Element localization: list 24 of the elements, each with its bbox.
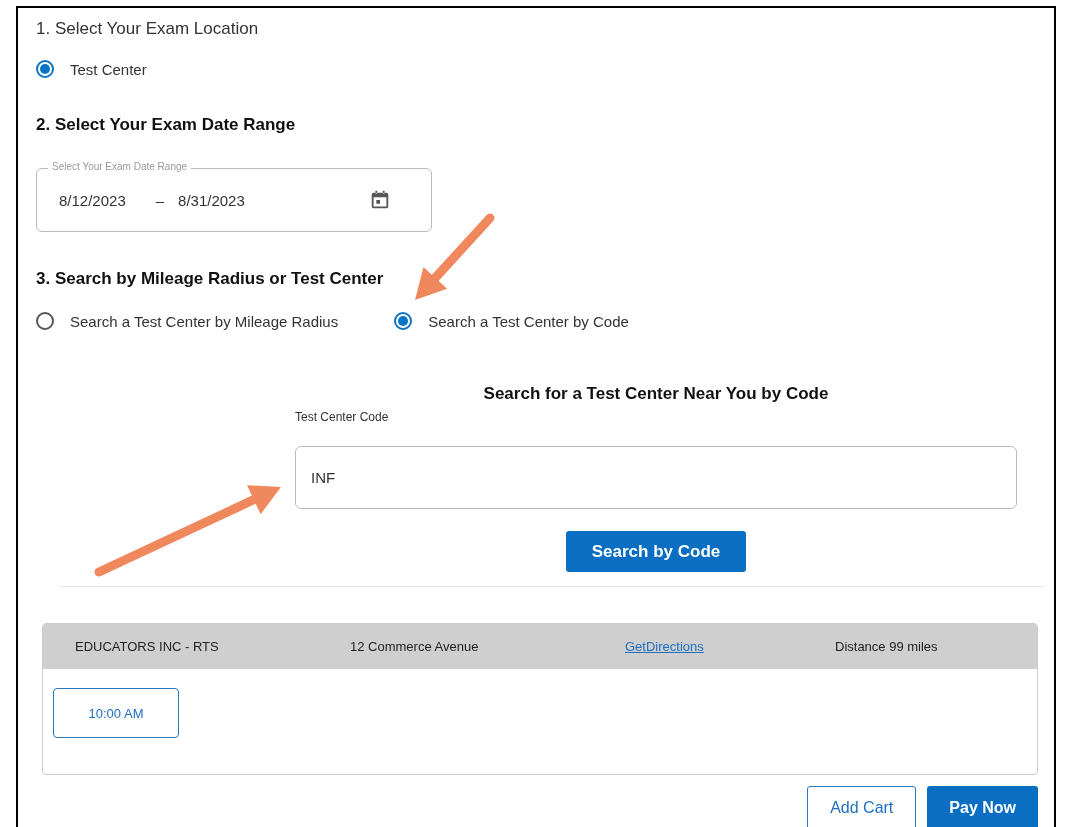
add-cart-button[interactable]: Add Cart (807, 786, 917, 827)
date-separator: – (155, 191, 165, 209)
field-label: Test Center Code (295, 410, 389, 424)
search-button[interactable]: Search by Code (565, 531, 747, 572)
end-date: 8/31/2023 (178, 191, 245, 209)
code-input-field[interactable]: INF (295, 446, 1017, 509)
radio-label[interactable]: Test Center (70, 60, 147, 78)
field-label: Select Your Exam Date Range (48, 161, 192, 173)
radio-label[interactable]: Search a Test Center by Code (428, 312, 629, 330)
calendar-icon[interactable] (369, 189, 391, 211)
time-slot-button[interactable]: 10:00 AM (53, 688, 179, 738)
radio-label[interactable]: Search a Test Center by Mileage Radius (70, 312, 339, 330)
radio-button[interactable] (394, 312, 413, 330)
center-distance: Distance 99 miles (835, 639, 939, 654)
section-heading: 1. Select Your Exam Location (36, 18, 260, 40)
pay-button[interactable]: Pay Now (927, 786, 1038, 827)
start-date: 8/12/2023 (59, 191, 126, 209)
search-heading: Search for a Test Center Near You by Code (483, 384, 829, 404)
radio-button[interactable] (36, 60, 54, 78)
center-address: 12 Commerce Avenue (350, 639, 480, 654)
center-name: EDUCATORS INC - RTS (75, 639, 220, 654)
section-heading: 2. Select Your Exam Date Range (36, 114, 297, 136)
radio-button[interactable] (36, 312, 54, 330)
section-heading: 3. Search by Mileage Radius or Test Center (36, 268, 385, 290)
